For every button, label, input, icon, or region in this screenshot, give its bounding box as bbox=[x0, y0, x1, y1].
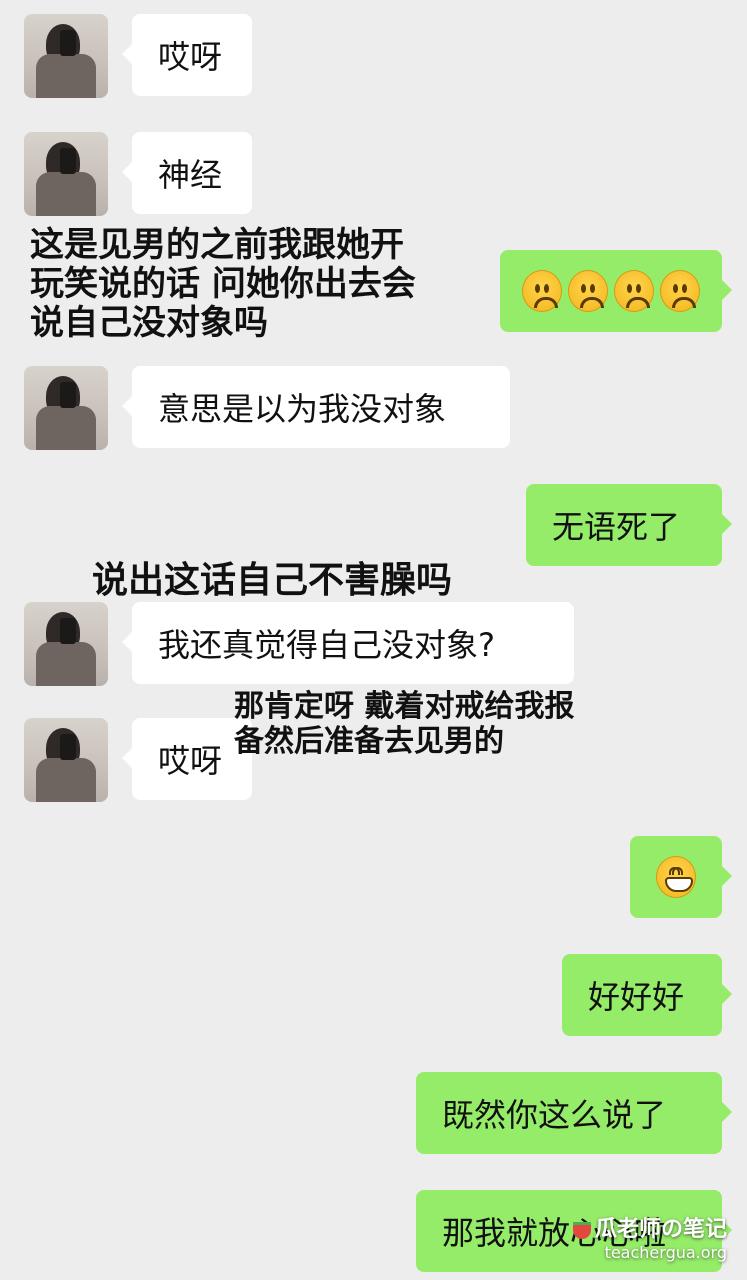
message-text: 哎呀 bbox=[158, 38, 223, 76]
annotation-text: 那肯定呀 戴着对戒给我报 备然后准备去见男的 bbox=[234, 689, 575, 759]
frown-emoji-icon bbox=[568, 270, 608, 312]
frown-emoji-icon bbox=[614, 270, 654, 312]
watermark-title: 瓜老师の笔记 bbox=[594, 1217, 727, 1242]
message-bubble-outgoing[interactable]: 好好好 bbox=[562, 954, 732, 1036]
message-text: 既然你这么说了 bbox=[442, 1096, 667, 1134]
frown-emoji-icon bbox=[660, 270, 700, 312]
message-text: 好好好 bbox=[588, 978, 685, 1016]
avatar[interactable] bbox=[24, 718, 108, 802]
annotation-text: 这是见男的之前我跟她开 玩笑说的话 问她你出去会 说自己没对象吗 bbox=[30, 225, 416, 344]
message-bubble-outgoing[interactable]: 既然你这么说了 bbox=[416, 1072, 732, 1154]
watermelon-icon bbox=[572, 1221, 591, 1239]
annotation-line: 说出这话自己不害臊吗 bbox=[92, 560, 453, 601]
message-bubble-incoming[interactable]: 我还真觉得自己没对象? bbox=[122, 602, 574, 684]
avatar[interactable] bbox=[24, 132, 108, 216]
message-bubble-incoming[interactable]: 哎呀 bbox=[122, 14, 252, 96]
annotation-text: 说出这话自己不害臊吗 bbox=[92, 560, 452, 601]
grin-emoji-icon bbox=[656, 856, 696, 898]
watermark: 瓜老师の笔记 teachergua.org bbox=[572, 1211, 727, 1262]
avatar[interactable] bbox=[24, 14, 108, 98]
message-bubble-incoming[interactable]: 意思是以为我没对象 bbox=[122, 366, 510, 448]
annotation-line: 那肯定呀 戴着对戒给我报 bbox=[234, 689, 575, 724]
message-text: 神经 bbox=[158, 156, 223, 194]
annotation-line: 备然后准备去见男的 bbox=[234, 723, 504, 759]
annotation-line: 这是见男的之前我跟她开 bbox=[30, 225, 404, 265]
avatar[interactable] bbox=[24, 366, 108, 450]
avatar[interactable] bbox=[24, 602, 108, 686]
message-text: 无语死了 bbox=[552, 508, 681, 546]
message-text: 我还真觉得自己没对象? bbox=[158, 626, 495, 664]
watermark-site: teachergua.org bbox=[604, 1243, 727, 1262]
annotation-line: 说自己没对象吗 bbox=[30, 303, 268, 344]
message-bubble-outgoing[interactable]: ☹☹☹☹ bbox=[500, 250, 732, 332]
message-bubble-outgoing[interactable]: 😁 bbox=[630, 836, 732, 918]
frown-emoji-icon bbox=[522, 270, 562, 312]
message-text: 意思是以为我没对象 bbox=[158, 390, 447, 428]
annotation-line: 玩笑说的话 问她你出去会 bbox=[30, 264, 416, 305]
message-bubble-incoming[interactable]: 神经 bbox=[122, 132, 252, 214]
message-bubble-outgoing[interactable]: 无语死了 bbox=[526, 484, 732, 566]
message-text: 哎呀 bbox=[158, 742, 223, 780]
